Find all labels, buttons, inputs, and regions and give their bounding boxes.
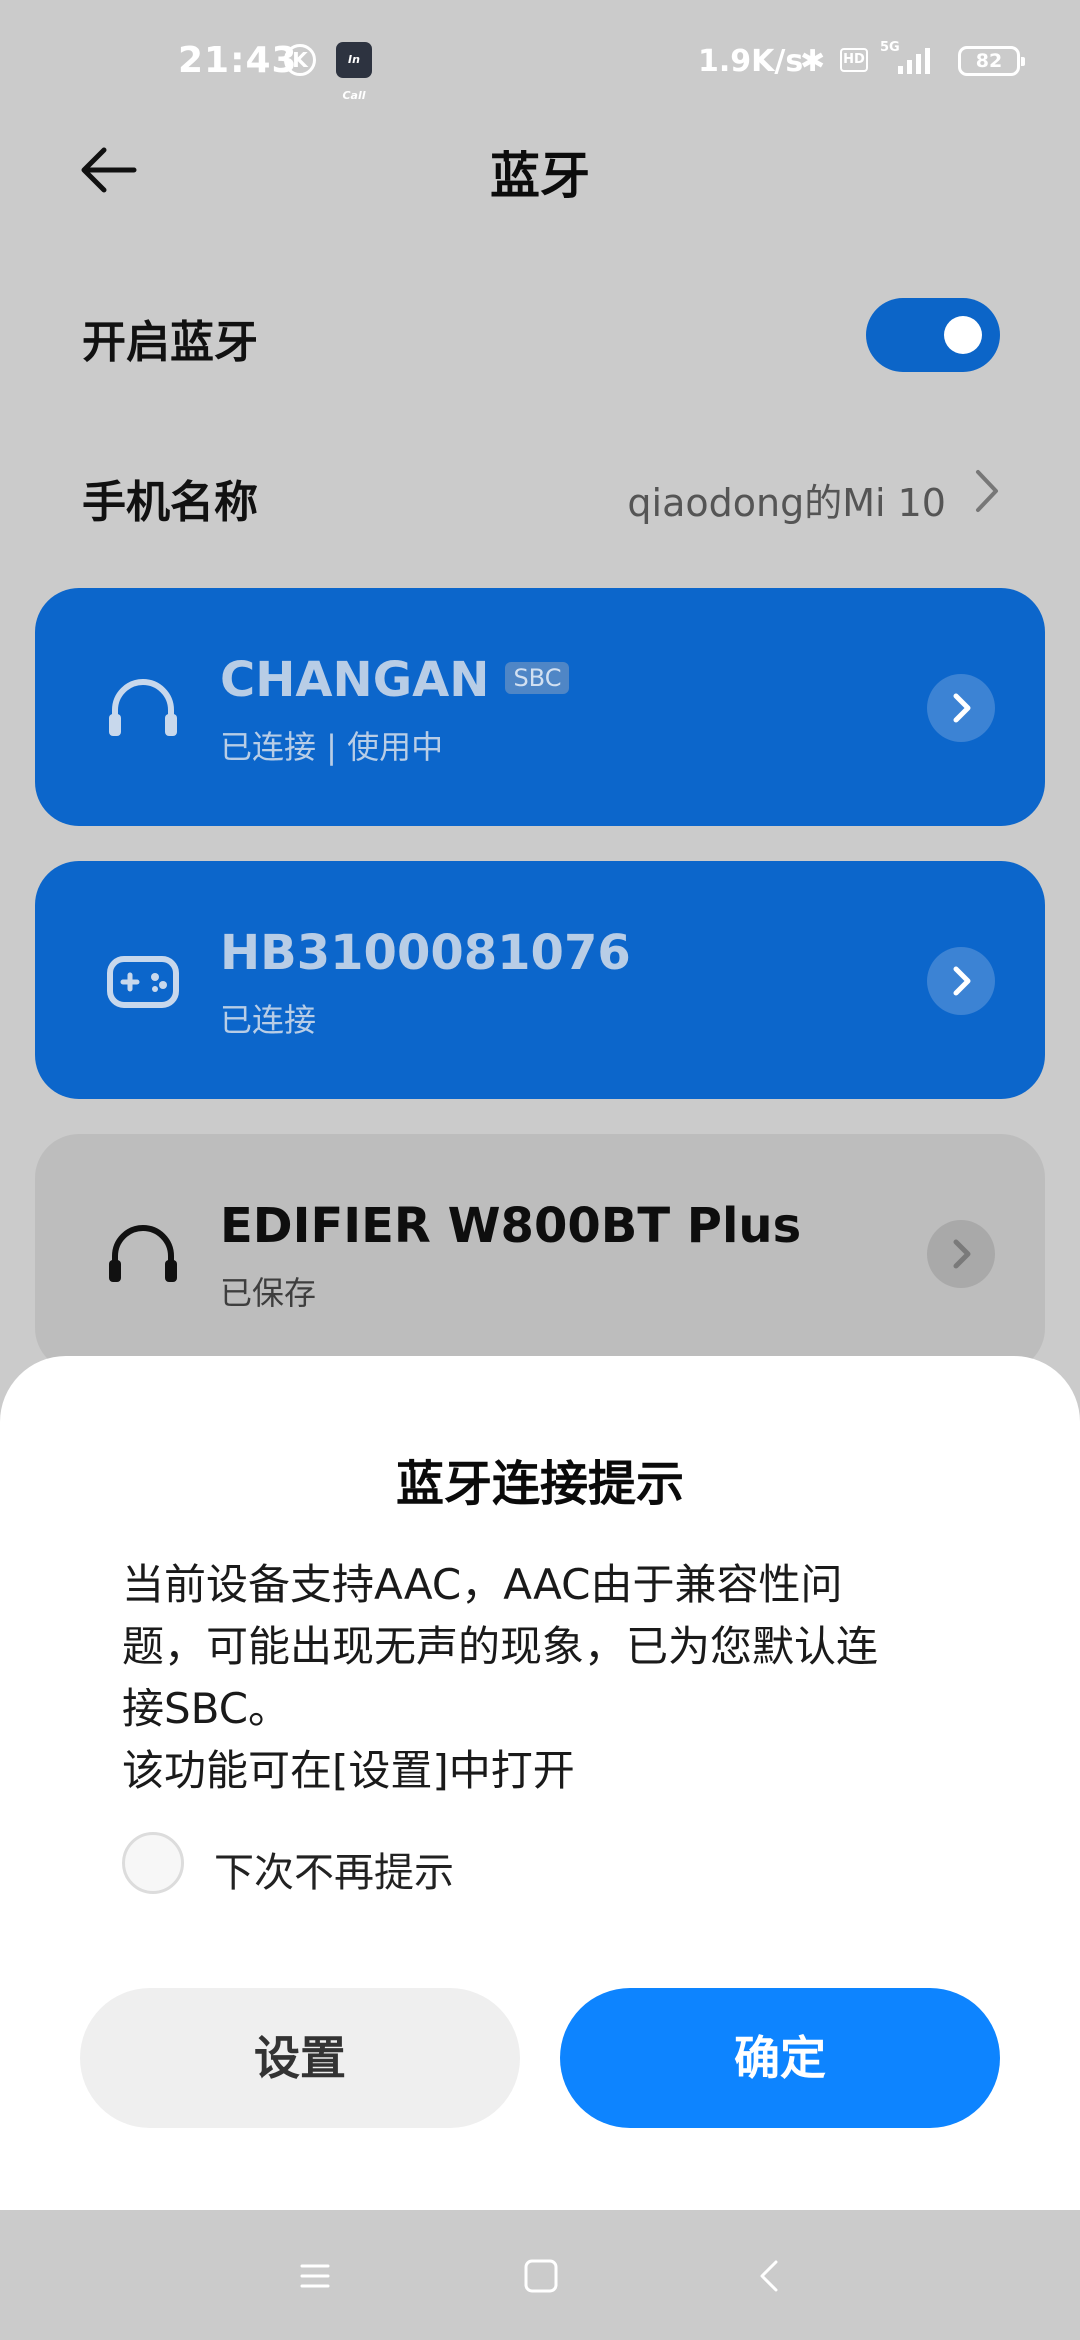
status-time: 21:43 [178, 40, 298, 81]
device-card-edifier[interactable]: EDIFIER W800BT Plus 已保存 [35, 1134, 1045, 1372]
dialog-title: 蓝牙连接提示 [395, 1456, 684, 1512]
header: 蓝牙 [0, 120, 1080, 220]
device-card-hb3100081076[interactable]: HB3100081076 已连接 [35, 861, 1045, 1099]
chevron-right-icon [953, 1239, 971, 1269]
device-name: HB3100081076 [220, 925, 631, 981]
device-status: 已保存 [220, 1274, 317, 1312]
battery-icon: 82 [958, 46, 1025, 76]
settings-button[interactable]: 设置 [80, 1988, 520, 2128]
dialog-message-line: 题，可能出现无声的现象，已为您默认连 [122, 1622, 879, 1671]
confirm-button[interactable]: 确定 [560, 1988, 1000, 2128]
k-app-icon: K [284, 44, 316, 76]
page-title: 蓝牙 [490, 147, 590, 205]
bluetooth-toggle-switch[interactable] [866, 298, 1000, 372]
dialog-message-line: 该功能可在[设置]中打开 [122, 1746, 575, 1795]
device-card-changan[interactable]: CHANGAN SBC 已连接 | 使用中 [35, 588, 1045, 826]
bluetooth-toggle-label: 开启蓝牙 [82, 317, 258, 368]
network-speed: 1.9K/s [698, 44, 804, 79]
device-details-button[interactable] [927, 674, 995, 742]
cellular-signal-icon: 5G [880, 40, 940, 80]
bluetooth-status-icon: ✱ [800, 44, 826, 79]
dialog-message-line: 当前设备支持AAC，AAC由于兼容性问 [122, 1560, 843, 1609]
device-status: 已连接 | 使用中 [220, 728, 444, 766]
status-bar: 21:43 K In Call 1.9K/s ✱ HD 5G 82 [0, 0, 1080, 120]
dialog-message: 当前设备支持AAC，AAC由于兼容性问 题，可能出现无声的现象，已为您默认连 接… [122, 1554, 962, 1802]
back-icon[interactable] [746, 2254, 796, 2298]
phone-name-value: qiaodong的Mi 10 [627, 481, 946, 525]
headphones-icon [109, 1225, 177, 1282]
phone-name-row[interactable]: 手机名称 qiaodong的Mi 10 [0, 436, 1080, 546]
chevron-right-icon [976, 470, 998, 512]
device-details-button[interactable] [927, 947, 995, 1015]
navigation-bar [0, 2210, 1080, 2340]
chevron-right-icon [953, 693, 971, 723]
bluetooth-connection-dialog: 蓝牙连接提示 当前设备支持AAC，AAC由于兼容性问 题，可能出现无声的现象，已… [0, 1356, 1080, 2210]
device-name: EDIFIER W800BT Plus [220, 1198, 802, 1254]
device-name: CHANGAN SBC [220, 652, 570, 708]
toggle-knob [944, 316, 982, 354]
device-name-text: CHANGAN [220, 652, 490, 708]
headphones-icon [109, 679, 177, 736]
in-call-app-icon: In Call [336, 42, 372, 102]
dont-show-again-label: 下次不再提示 [214, 1850, 454, 1896]
home-icon[interactable] [516, 2254, 566, 2298]
dont-show-again-checkbox[interactable] [122, 1832, 184, 1894]
device-details-button[interactable] [927, 1220, 995, 1288]
dialog-message-line: 接SBC。 [122, 1684, 291, 1733]
device-status: 已连接 [220, 1001, 317, 1039]
codec-badge: SBC [505, 662, 570, 694]
phone-name-label: 手机名称 [82, 477, 258, 528]
gamepad-icon [107, 956, 179, 1008]
network-type-label: 5G [880, 40, 900, 55]
chevron-right-icon [953, 966, 971, 996]
menu-icon[interactable] [290, 2254, 340, 2298]
bluetooth-toggle-row[interactable]: 开启蓝牙 [0, 276, 1080, 386]
hd-voice-icon: HD [840, 48, 868, 72]
